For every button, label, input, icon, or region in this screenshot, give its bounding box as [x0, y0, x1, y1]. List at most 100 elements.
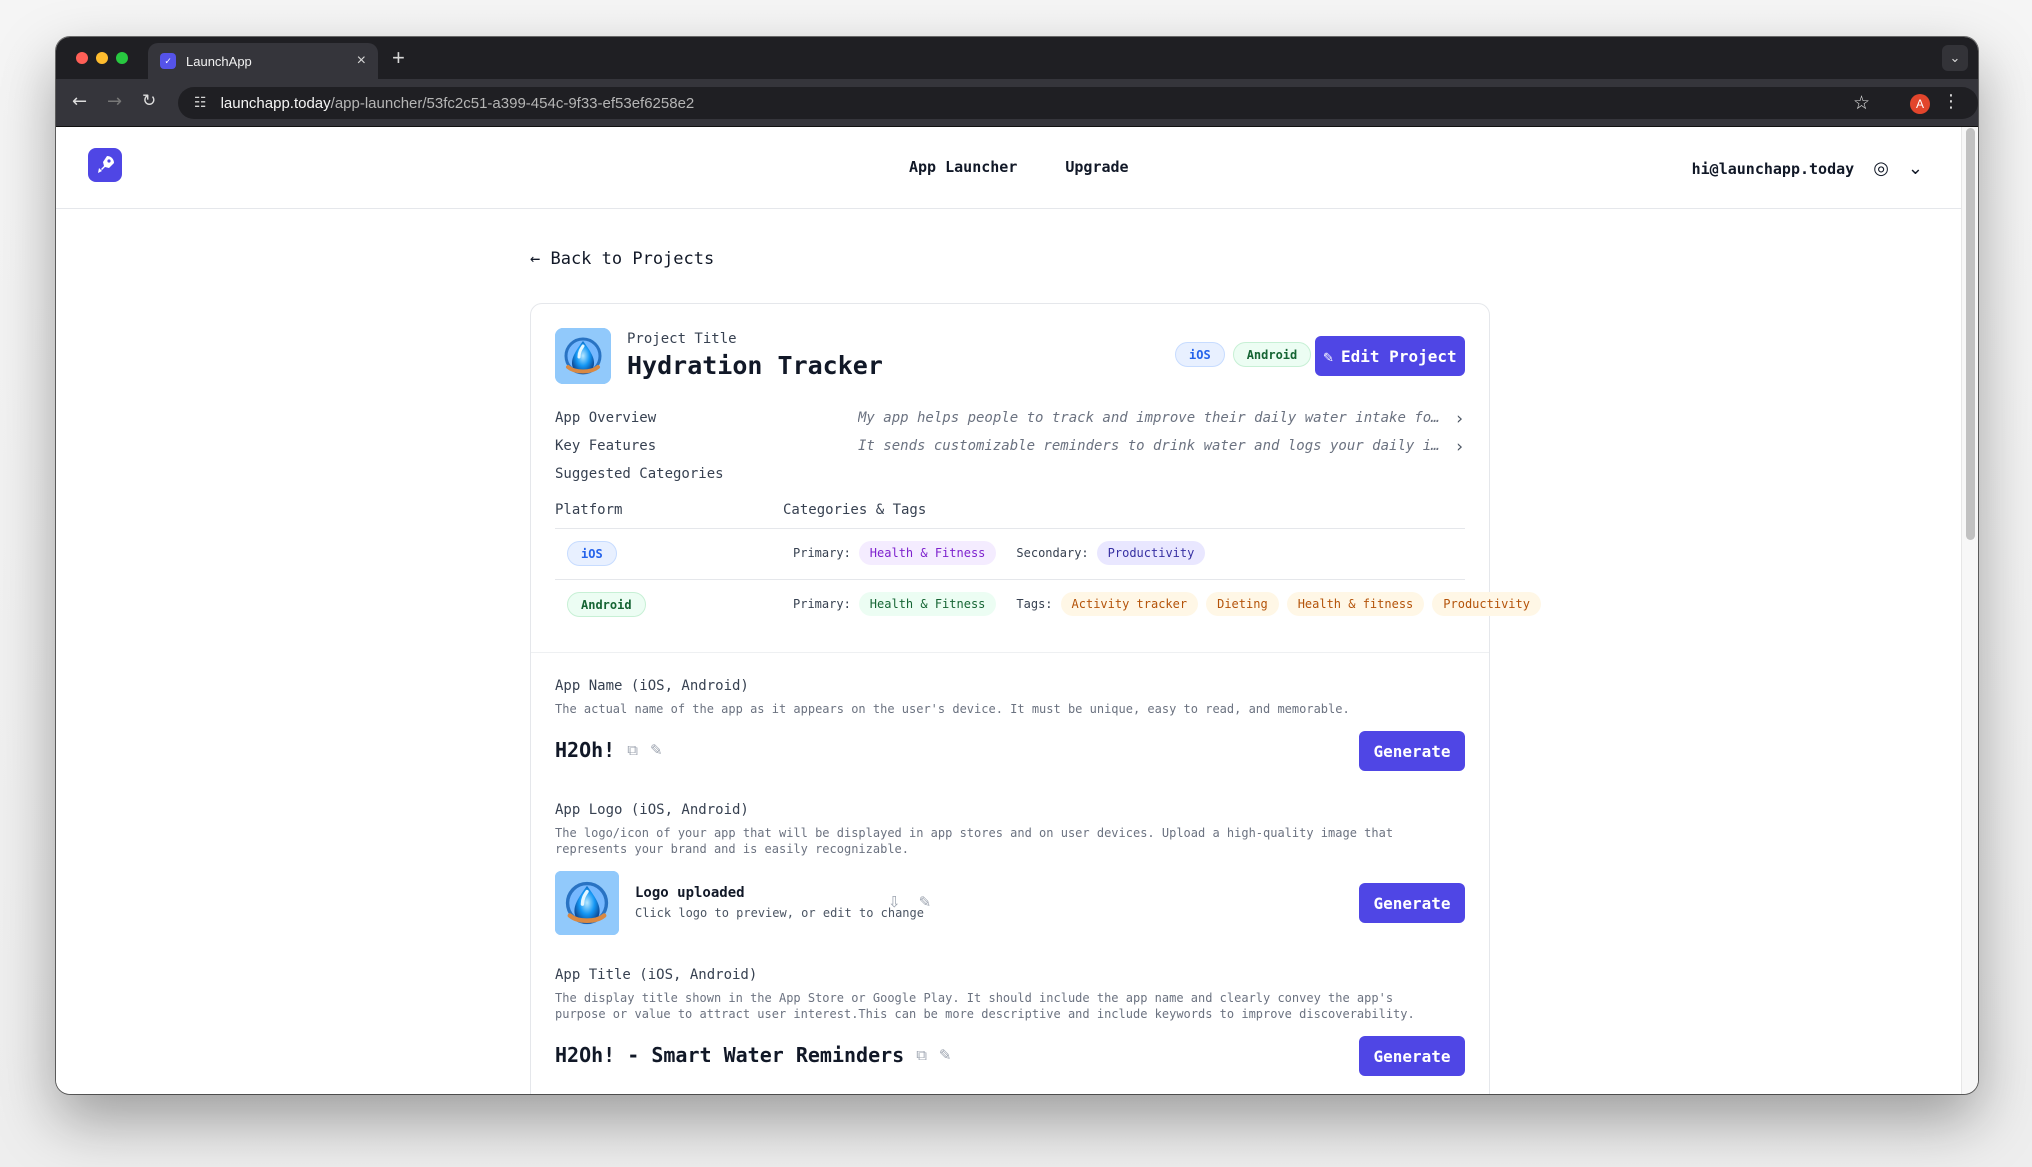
logo-help-text: Click logo to preview, or edit to change [635, 906, 924, 920]
address-bar[interactable]: ☷ launchapp.today/app-launcher/53fc2c51-… [178, 87, 1978, 119]
key-features-chevron-right-icon[interactable]: › [1456, 437, 1463, 457]
app-name-value: H2Oh! [555, 738, 616, 762]
nav-app-launcher-link[interactable]: App Launcher [909, 158, 1017, 176]
browser-tab-title: LaunchApp [186, 53, 252, 69]
browser-toolbar: ← → ↻ ☷ launchapp.today/app-launcher/53f… [56, 79, 1978, 127]
bookmark-star-icon[interactable]: ☆ [1853, 92, 1870, 114]
android-platform-pill: Android [1232, 342, 1312, 367]
back-to-projects-link[interactable]: ← Back to Projects [530, 249, 714, 269]
pencil-edit-icon[interactable]: ✎ [939, 1046, 952, 1064]
account-email: hi@launchapp.today [1691, 159, 1855, 178]
app-overview-row[interactable]: App Overview My app helps people to trac… [555, 409, 1465, 438]
secondary-label: Secondary: [1016, 546, 1089, 560]
new-tab-plus-icon[interactable]: + [392, 45, 405, 71]
edit-project-label: Edit Project [1341, 346, 1457, 366]
site-settings-icon[interactable]: ☷ [194, 95, 207, 111]
account-chevron-down-icon[interactable]: ⌄ [1908, 158, 1923, 179]
ios-platform-cell: iOS [567, 541, 617, 566]
download-icon[interactable]: ⇩ [888, 893, 901, 911]
ios-primary-category-tag: Health & Fitness [858, 541, 997, 565]
app-logo-field: App Logo (iOS, Android) The logo/icon of… [555, 802, 1465, 937]
app-name-field-title: App Name (iOS, Android) [555, 678, 749, 694]
project-app-icon[interactable] [555, 328, 611, 384]
app-logo-field-description: The logo/icon of your app that will be d… [555, 826, 1394, 856]
pencil-edit-icon[interactable]: ✎ [650, 741, 663, 759]
platform-column-header: Platform [555, 502, 623, 518]
reload-icon[interactable]: ↻ [142, 91, 156, 111]
forward-arrow-icon[interactable]: → [107, 91, 122, 112]
app-title-field-title: App Title (iOS, Android) [555, 967, 758, 983]
android-tag-productivity: Productivity [1432, 592, 1541, 616]
platform-table-header: Platform Categories & Tags [555, 502, 1465, 526]
categories-column-header: Categories & Tags [783, 502, 927, 518]
tab-close-icon[interactable]: × [357, 52, 366, 70]
ios-categories-cell: Primary: Health & Fitness Secondary: Pro… [793, 541, 1206, 565]
app-overview-chevron-right-icon[interactable]: › [1456, 409, 1463, 429]
site-header: App Launcher Upgrade hi@launchapp.today … [56, 127, 1961, 209]
app-title-value: H2Oh! - Smart Water Reminders [555, 1043, 905, 1067]
app-title-generate-button[interactable]: Generate [1359, 1036, 1465, 1076]
app-name-value-group: H2Oh! ⧉ ✎ [555, 738, 663, 762]
app-overview-value: My app helps people to track and improve… [858, 410, 1440, 426]
logo-actions: ⇩ ✎ [888, 893, 931, 911]
account-user-circle-icon: ◎ [1873, 158, 1889, 179]
app-logo-value-row: Logo uploaded Click logo to preview, or … [555, 871, 1465, 937]
pencil-edit-icon[interactable]: ✎ [919, 893, 932, 911]
page-scrollbar-thumb[interactable] [1966, 128, 1975, 540]
edit-project-button[interactable]: ✎ Edit Project [1315, 336, 1465, 376]
app-name-field: App Name (iOS, Android) The actual name … [555, 678, 1465, 775]
suggested-categories-label: Suggested Categories [555, 466, 724, 482]
page-scrollbar[interactable] [1961, 127, 1978, 1094]
platform-category-table: iOS Primary: Health & Fitness Secondary:… [555, 528, 1541, 631]
logo-uploaded-text: Logo uploaded [635, 885, 745, 901]
android-primary-category-tag: Health & Fitness [858, 592, 997, 616]
maximize-window-button[interactable] [116, 52, 128, 64]
browser-menu-dots-icon[interactable]: ⋮ [1942, 91, 1960, 112]
app-logo-generate-button[interactable]: Generate [1359, 883, 1465, 923]
browser-profile-avatar[interactable]: A [1910, 94, 1930, 114]
url-host-text: launchapp.today [220, 94, 331, 112]
copy-icon[interactable]: ⧉ [627, 741, 638, 759]
launchapp-logo-icon[interactable] [88, 148, 122, 182]
water-drop-logo-icon [555, 328, 611, 384]
platform-pills: iOS Android [1175, 342, 1312, 367]
minimize-window-button[interactable] [96, 52, 108, 64]
key-features-row[interactable]: Key Features It sends customizable remin… [555, 437, 1465, 466]
ios-secondary-category-tag: Productivity [1096, 541, 1206, 565]
android-row-pill: Android [567, 592, 646, 617]
tab-list-chevron-icon[interactable]: ⌄ [1942, 45, 1968, 71]
project-detail-card: Project Title Hydration Tracker iOS Andr… [530, 303, 1541, 1094]
app-title-field-description: The display title shown in the App Store… [555, 991, 1415, 1021]
app-name-generate-button[interactable]: Generate [1359, 731, 1465, 771]
close-window-button[interactable] [76, 52, 88, 64]
url-path-text: /app-launcher/53fc2c51-a399-454c-9f33-ef… [330, 94, 695, 112]
app-title-value-row: H2Oh! - Smart Water Reminders ⧉ ✎ Genera… [555, 1036, 1465, 1080]
app-name-value-row: H2Oh! ⧉ ✎ Generate [555, 731, 1465, 775]
account-menu[interactable]: hi@launchapp.today ◎ ⌄ [1692, 158, 1923, 179]
android-tag-activity-tracker: Activity tracker [1060, 592, 1199, 616]
copy-icon[interactable]: ⧉ [916, 1046, 927, 1064]
window-controls [76, 52, 128, 64]
nav-upgrade-link[interactable]: Upgrade [1065, 158, 1128, 176]
ios-platform-pill: iOS [1175, 342, 1225, 367]
primary-label: Primary: [793, 597, 851, 611]
project-title: Hydration Tracker [627, 351, 883, 380]
browser-tab-bar: ✓ LaunchApp × + ⌄ [56, 37, 1978, 79]
rocket-icon [98, 156, 114, 173]
primary-label: Primary: [793, 546, 851, 560]
app-title-value-group: H2Oh! - Smart Water Reminders ⧉ ✎ [555, 1043, 952, 1067]
main-navigation: App Launcher Upgrade [909, 158, 1129, 176]
uploaded-logo-preview[interactable] [555, 871, 619, 935]
browser-window: ✓ LaunchApp × + ⌄ ← → ↻ ☷ launchapp.toda… [56, 37, 1978, 1094]
browser-tab-launchapp[interactable]: ✓ LaunchApp × [148, 43, 378, 79]
android-platform-cell: Android [567, 592, 646, 617]
android-category-row: Android Primary: Health & Fitness Tags: … [555, 580, 1541, 631]
key-features-value: It sends customizable reminders to drink… [858, 438, 1440, 454]
back-arrow-icon[interactable]: ← [72, 91, 87, 112]
app-overview-label: App Overview [555, 410, 657, 426]
app-name-field-description: The actual name of the app as it appears… [555, 702, 1350, 716]
android-tag-health-fitness: Health & fitness [1286, 592, 1425, 616]
app-logo-field-title: App Logo (iOS, Android) [555, 802, 749, 818]
app-title-field: App Title (iOS, Android) The display tit… [555, 967, 1465, 1080]
project-title-label: Project Title [627, 331, 737, 347]
